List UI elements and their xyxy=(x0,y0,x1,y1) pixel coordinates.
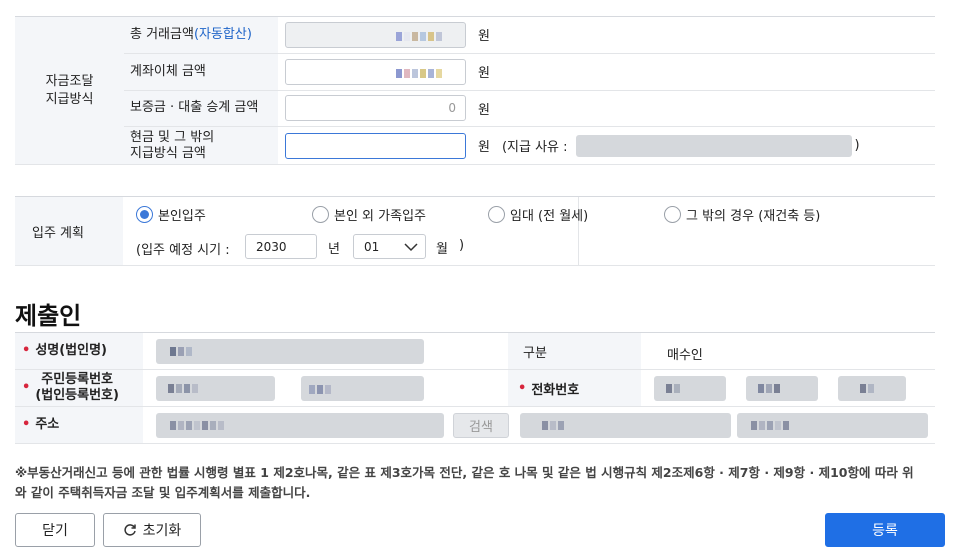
deposit-amount-row: 보증금 · 대출 승계 금액 0 원 xyxy=(124,90,935,128)
submitter-table: • 성명(법인명) 구분 매수인 • 주민등록번호 (법인등록번호) • 전화번호 xyxy=(15,332,935,444)
id-front-input[interactable] xyxy=(156,376,275,401)
funding-group-label: 자금조달 지급방식 xyxy=(15,17,124,165)
reason-label: (지급 사유 : xyxy=(501,140,568,156)
year-unit: 년 xyxy=(328,242,340,257)
total-amount-input[interactable] xyxy=(285,21,466,48)
radio-rent[interactable]: 임대 (전 월세) xyxy=(488,205,588,224)
address-label: • 주소 xyxy=(15,407,143,443)
required-dot: • xyxy=(518,380,527,396)
address-detail-input[interactable] xyxy=(737,413,928,438)
legal-note: ※부동산거래신고 등에 관한 법률 시행령 별표 1 제2호나목, 같은 표 제… xyxy=(15,465,914,500)
deposit-amount-label: 보증금 · 대출 승계 금액 xyxy=(124,90,278,127)
masked-value xyxy=(758,384,780,393)
phone-part3-input[interactable] xyxy=(838,376,906,401)
name-row: • 성명(법인명) 구분 매수인 xyxy=(15,333,935,370)
funding-table: 자금조달 지급방식 총 거래금액 (자동합산) 원 계좌이체 금액 원 보증금 … xyxy=(15,16,935,165)
won-unit: 원 xyxy=(478,29,490,45)
radio-family[interactable]: 본인 외 가족입주 xyxy=(312,205,426,224)
masked-value xyxy=(396,68,442,78)
masked-value xyxy=(309,385,331,394)
id-row: • 주민등록번호 (법인등록번호) • 전화번호 xyxy=(15,370,935,407)
radio-unchecked-icon xyxy=(312,206,329,223)
id-back-input[interactable] xyxy=(301,376,424,401)
required-dot: • xyxy=(22,380,31,395)
phone-label: • 전화번호 xyxy=(508,370,641,406)
radio-other[interactable]: 그 밖의 경우 (재건축 등) xyxy=(664,205,820,224)
cash-amount-input[interactable] xyxy=(285,132,466,159)
masked-value xyxy=(751,421,789,430)
won-unit: 원 xyxy=(478,66,490,82)
total-amount-row: 총 거래금액 (자동합산) 원 xyxy=(124,17,935,54)
radio-unchecked-icon xyxy=(488,206,505,223)
refresh-icon xyxy=(124,524,136,536)
radio-checked-icon xyxy=(136,206,153,223)
won-unit: 원 xyxy=(478,140,490,156)
masked-value xyxy=(396,31,442,41)
move-in-label: 입주 계획 xyxy=(15,197,123,266)
radio-unchecked-icon xyxy=(664,206,681,223)
month-unit: 월 xyxy=(436,242,448,257)
transfer-amount-input[interactable] xyxy=(285,58,466,85)
required-dot: • xyxy=(22,343,31,358)
submitter-title: 제출인 xyxy=(15,302,82,330)
won-unit: 원 xyxy=(478,102,490,118)
masked-value xyxy=(170,347,192,356)
masked-value xyxy=(170,421,224,430)
cash-amount-row: 현금 및 그 밖의 지급방식 금액 원 (지급 사유 : ) xyxy=(124,127,935,165)
schedule-close: ) xyxy=(459,238,465,253)
name-input[interactable] xyxy=(156,339,424,364)
masked-value xyxy=(860,384,874,393)
reason-close: ) xyxy=(854,138,860,154)
masked-value xyxy=(666,384,680,393)
chevron-down-icon xyxy=(404,243,418,252)
deposit-amount-input[interactable]: 0 xyxy=(285,95,466,122)
phone-part1-input[interactable] xyxy=(654,376,726,401)
schedule-label: (입주 예정 시기 : xyxy=(136,243,230,258)
phone-part2-input[interactable] xyxy=(746,376,818,401)
year-input[interactable]: 2030 xyxy=(245,234,317,259)
close-button[interactable]: 닫기 xyxy=(15,513,95,547)
total-amount-label: 총 거래금액 (자동합산) xyxy=(124,17,278,53)
required-dot: • xyxy=(22,417,31,432)
move-in-table: 입주 계획 본인입주 본인 외 가족입주 임대 (전 월세) 그 밖의 경우 (… xyxy=(15,196,935,266)
reason-input[interactable] xyxy=(575,134,852,157)
name-label: • 성명(법인명) xyxy=(15,333,143,369)
transfer-amount-row: 계좌이체 금액 원 xyxy=(124,53,935,91)
masked-value xyxy=(168,384,198,393)
radio-self[interactable]: 본인입주 xyxy=(136,205,206,224)
reset-button[interactable]: 초기화 xyxy=(103,513,201,547)
category-value: 매수인 xyxy=(667,348,703,363)
transfer-amount-label: 계좌이체 금액 xyxy=(124,53,278,90)
auto-sum-label: (자동합산) xyxy=(193,26,252,42)
month-select[interactable]: 01 xyxy=(353,234,426,259)
postcode-input[interactable] xyxy=(156,413,444,438)
cash-amount-label: 현금 및 그 밖의 지급방식 금액 xyxy=(124,127,278,164)
address-main-input[interactable] xyxy=(520,413,731,438)
masked-value xyxy=(542,421,564,430)
id-label: • 주민등록번호 (법인등록번호) xyxy=(15,370,143,406)
address-row: • 주소 검색 xyxy=(15,407,935,444)
submit-button[interactable]: 등록 xyxy=(825,513,945,547)
address-search-button[interactable]: 검색 xyxy=(453,413,509,438)
category-label: 구분 xyxy=(508,333,641,369)
